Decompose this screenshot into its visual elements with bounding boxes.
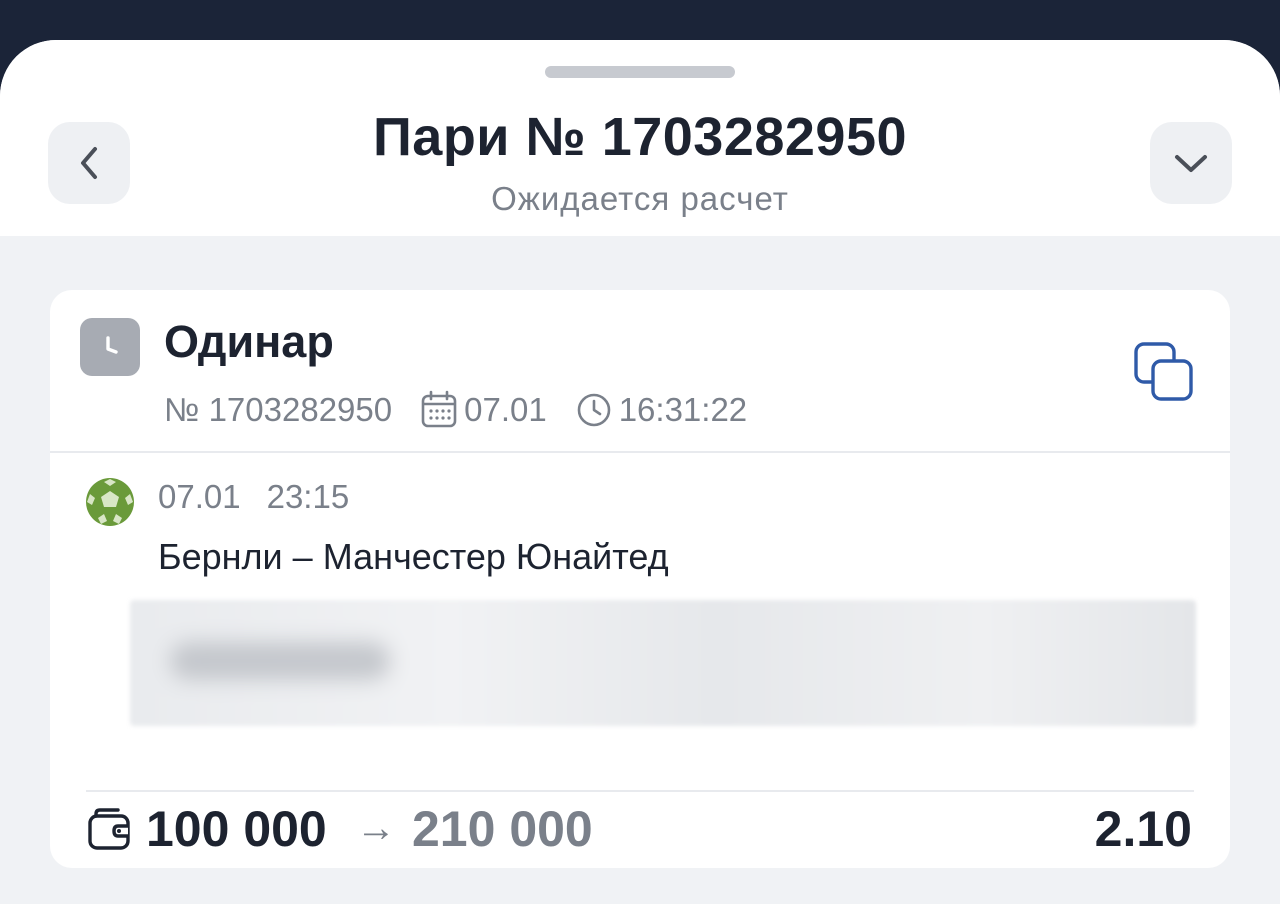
clock-outline-icon: [575, 391, 613, 429]
arrow-right-icon: →: [356, 806, 396, 850]
bet-date: 07.01: [464, 391, 547, 428]
sheet-header: Пари № 1703282950 Ожидается расчет: [0, 40, 1280, 236]
sheet-grabber-handle[interactable]: [545, 66, 735, 78]
summary-divider: [86, 790, 1194, 792]
payout-amount: 210 000: [412, 801, 593, 857]
stake-amount: 100 000: [146, 801, 327, 857]
bet-details-sheet: Пари № 1703282950 Ожидается расчет Одина…: [0, 40, 1280, 904]
bet-time: 16:31:22: [618, 391, 748, 428]
odds-value: 2.10: [1094, 801, 1192, 857]
page-title: Пари № 1703282950: [372, 107, 908, 167]
bet-type-badge: [80, 318, 140, 376]
blurred-outcome: [130, 600, 1196, 726]
event-datetime: 07.01 23:15: [158, 478, 349, 516]
bet-card: Одинар № 1703282950 07.01 16:31:22 07.01…: [50, 290, 1230, 868]
event-date: 07.01: [158, 478, 241, 515]
bet-status: Ожидается расчет: [491, 180, 789, 217]
calendar-icon: [420, 390, 458, 430]
event-time: 23:15: [266, 478, 350, 515]
card-divider: [50, 451, 1230, 453]
chevron-down-icon: [1175, 155, 1207, 172]
clock-icon: [106, 336, 118, 354]
bet-meta: № 1703282950 07.01 16:31:22: [164, 386, 747, 434]
event-name: Бернли – Манчестер Юнайтед: [158, 536, 669, 577]
collapse-button[interactable]: [1150, 122, 1232, 204]
bet-type-label: Одинар: [164, 316, 334, 367]
wallet-icon: [88, 808, 130, 850]
copy-icon: [1134, 342, 1193, 401]
football-icon: [86, 478, 134, 526]
bet-number: № 1703282950: [164, 391, 393, 428]
copy-button[interactable]: [1130, 338, 1198, 406]
